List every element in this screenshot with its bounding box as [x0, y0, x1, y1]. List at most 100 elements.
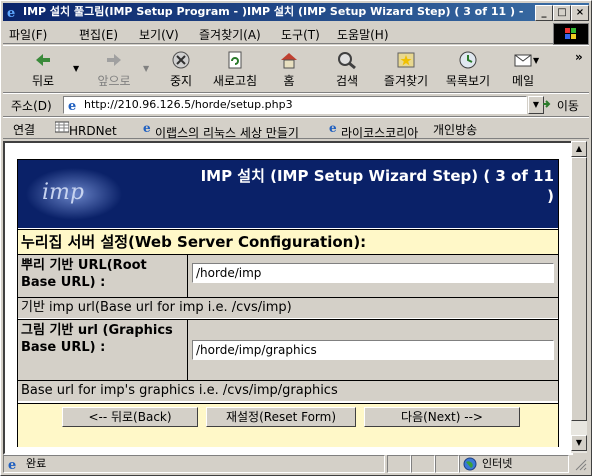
reset-form-button[interactable]: 재설정(Reset Form): [206, 407, 356, 427]
root-url-input[interactable]: /horde/imp: [192, 263, 554, 283]
close-button[interactable]: ×: [571, 5, 589, 21]
window-title: IMP 설치 풀그림(IMP Setup Program - )IMP 설치 (…: [23, 5, 523, 18]
graphics-url-label: 그림 기반 url (Graphics Base URL) :: [21, 323, 173, 355]
link-ie-icon: e: [143, 121, 151, 135]
address-input[interactable]: e http://210.96.126.5/horde/setup.php3: [63, 96, 527, 114]
next-wizard-button[interactable]: 다음(Next) -->: [364, 407, 520, 427]
wizard-buttons: <-- 뒤로(Back) 재설정(Reset Form) 다음(Next) --…: [18, 403, 558, 447]
svg-text:e: e: [7, 6, 15, 19]
browser-window: e IMP 설치 풀그림(IMP Setup Program - )IMP 설치…: [0, 0, 592, 476]
status-text: 완료: [26, 457, 47, 470]
search-icon: [338, 52, 356, 70]
back-label: 뒤로: [31, 74, 55, 88]
column-divider: [187, 255, 188, 297]
imp-logo: imp: [18, 160, 188, 228]
link-grid-icon: [54, 121, 70, 133]
status-cell: [411, 455, 435, 473]
svg-text:e: e: [143, 121, 151, 133]
menu-help[interactable]: 도움말(H): [337, 26, 389, 43]
page-viewport: imp IMP 설치 (IMP Setup Wizard Step) ( 3 o…: [3, 141, 573, 455]
refresh-button[interactable]: 새로고침: [207, 50, 263, 89]
link-elabs[interactable]: e 이랩스의 리눅스 세상 만들기: [143, 121, 299, 140]
refresh-label: 새로고침: [212, 74, 258, 88]
graphics-url-description: Base url for imp's graphics i.e. /cvs/im…: [18, 380, 558, 401]
stop-button[interactable]: 중지: [161, 50, 201, 89]
menu-favorites[interactable]: 즐겨찾기(A): [199, 26, 261, 43]
back-wizard-button[interactable]: <-- 뒤로(Back): [62, 407, 198, 427]
back-dropdown-icon[interactable]: ▼: [73, 64, 79, 73]
refresh-icon: [228, 51, 242, 69]
favorites-button[interactable]: 즐겨찾기: [377, 50, 435, 89]
setup-panel: imp IMP 설치 (IMP Setup Wizard Step) ( 3 o…: [17, 159, 559, 447]
menu-tools[interactable]: 도구(T): [281, 26, 320, 43]
search-button[interactable]: 검색: [327, 50, 367, 89]
logo-text: imp: [42, 180, 84, 205]
graphics-url-row: 그림 기반 url (Graphics Base URL) : /horde/i…: [18, 319, 558, 380]
forward-dropdown-icon[interactable]: ▼: [143, 64, 149, 73]
forward-label: 앞으로: [97, 74, 131, 88]
status-main: e 완료: [3, 455, 385, 473]
mail-icon: [514, 54, 532, 67]
history-button[interactable]: 목록보기: [439, 50, 497, 89]
mail-label: 메일: [511, 74, 535, 88]
link-lycos[interactable]: e 라이코스코리아: [329, 121, 418, 140]
graphics-url-input[interactable]: /horde/imp/graphics: [192, 340, 554, 360]
minimize-button[interactable]: _: [535, 5, 553, 21]
menu-file[interactable]: 파일(F): [9, 26, 47, 43]
search-label: 검색: [335, 74, 359, 88]
setup-header: imp IMP 설치 (IMP Setup Wizard Step) ( 3 o…: [18, 160, 558, 228]
address-bar: 주소(D) e http://210.96.126.5/horde/setup.…: [3, 93, 589, 117]
standard-toolbar: 뒤로 ▼ 앞으로 ▼ 중지 새로고침 홈 검색 즐겨찾기 목록보기 메일 ▼ »: [3, 45, 589, 93]
address-label: 주소(D): [11, 99, 52, 113]
vertical-scrollbar[interactable]: ▲ ▼: [571, 141, 587, 453]
resize-grip-icon[interactable]: [573, 457, 587, 471]
scroll-down-icon[interactable]: ▼: [571, 435, 587, 451]
back-arrow-icon: [36, 54, 50, 66]
go-label: 이동: [556, 99, 579, 113]
home-button[interactable]: 홈: [271, 50, 307, 89]
internet-explorer-icon: e: [7, 6, 15, 19]
svg-text:e: e: [8, 458, 16, 471]
page-icon: e: [68, 99, 76, 112]
forward-button[interactable]: 앞으로: [89, 50, 139, 89]
favorites-label: 즐겨찾기: [383, 74, 429, 88]
title-bar[interactable]: e IMP 설치 풀그림(IMP Setup Program - )IMP 설치…: [3, 3, 589, 21]
windows-logo-icon: [553, 23, 589, 45]
globe-icon: [463, 457, 477, 471]
zone-text: 인터넷: [482, 457, 513, 470]
page-title: IMP 설치 (IMP Setup Wizard Step) ( 3 of 11…: [200, 167, 554, 205]
link-hrdnet[interactable]: HRDNet: [54, 121, 117, 138]
menu-edit[interactable]: 편집(E): [79, 26, 118, 43]
status-cell: [387, 455, 411, 473]
forward-arrow-icon: [107, 54, 121, 66]
links-bar: 연결 HRDNet e 이랩스의 리눅스 세상 만들기 e 라이코스코리아 개인…: [3, 117, 589, 140]
column-divider: [187, 320, 188, 380]
home-icon: [281, 53, 297, 69]
status-cell: [435, 455, 459, 473]
maximize-button[interactable]: □: [553, 5, 571, 21]
menu-view[interactable]: 보기(V): [139, 26, 179, 43]
status-zone: 인터넷: [459, 455, 569, 473]
mail-dropdown-icon[interactable]: ▼: [533, 56, 539, 65]
section-title: 누리집 서버 설정(Web Server Configuration):: [18, 229, 558, 254]
toolbar-more-icon[interactable]: »: [575, 50, 583, 64]
status-bar: e 완료 인터넷: [3, 455, 589, 473]
history-icon: [459, 51, 477, 69]
home-label: 홈: [283, 74, 295, 88]
root-url-description: 기반 imp url(Base url for imp i.e. /cvs/im…: [18, 297, 558, 318]
link-ie-icon: e: [329, 121, 337, 135]
menu-bar: 파일(F) 편집(E) 보기(V) 즐겨찾기(A) 도구(T) 도움말(H): [3, 23, 589, 44]
scroll-thumb[interactable]: [571, 157, 587, 421]
back-button[interactable]: 뒤로: [23, 50, 63, 89]
address-url: http://210.96.126.5/horde/setup.php3: [84, 98, 293, 111]
favorites-star-icon: [397, 52, 415, 68]
go-button[interactable]: 이동: [541, 97, 579, 114]
root-url-label: 뿌리 기반 URL(Root Base URL) :: [21, 258, 147, 290]
link-personal[interactable]: 개인방송: [433, 121, 477, 138]
svg-text:e: e: [329, 121, 337, 133]
history-label: 목록보기: [445, 74, 491, 88]
stop-icon: [172, 51, 190, 69]
page-done-icon: e: [8, 458, 16, 471]
links-label: 연결: [13, 123, 36, 137]
scroll-up-icon[interactable]: ▲: [571, 141, 587, 157]
